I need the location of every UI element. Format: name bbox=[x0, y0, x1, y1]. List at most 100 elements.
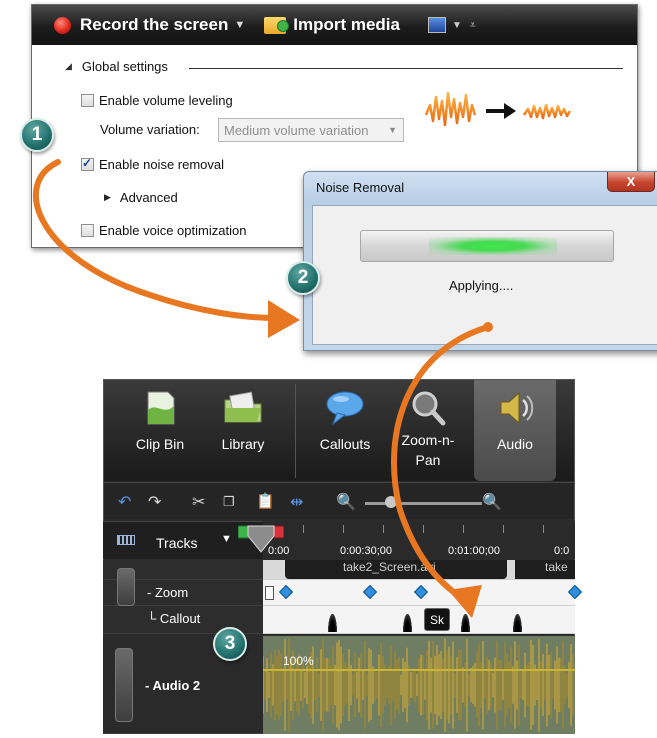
noise-removal-label: Enable noise removal bbox=[99, 157, 225, 172]
progress-bar bbox=[360, 230, 614, 262]
tab-label: Library bbox=[221, 436, 265, 452]
ruler-tick bbox=[383, 525, 384, 533]
lock-icon[interactable] bbox=[117, 568, 135, 606]
callout-marker[interactable] bbox=[461, 614, 470, 632]
redo-icon[interactable]: ↷ bbox=[148, 492, 161, 512]
split-icon[interactable]: ⇹ bbox=[290, 492, 303, 512]
callout-marker[interactable] bbox=[403, 614, 412, 632]
video-clip-label: take bbox=[545, 560, 568, 574]
callouts-icon bbox=[326, 391, 364, 426]
callout-track-label: └ Callout bbox=[147, 611, 201, 626]
close-button[interactable]: X bbox=[607, 172, 655, 192]
tab-label: Zoom-n- Pan bbox=[401, 432, 455, 468]
zoom-keyframe[interactable] bbox=[567, 584, 583, 600]
audio-label-text: Audio 2 bbox=[152, 678, 201, 693]
folder-import-icon bbox=[264, 16, 290, 34]
volume-level-line[interactable] bbox=[263, 669, 575, 671]
callout-marker[interactable] bbox=[328, 614, 337, 632]
zoom-start-marker[interactable] bbox=[265, 586, 274, 600]
zoom-slider-track[interactable] bbox=[365, 502, 482, 505]
voice-optimization-option[interactable]: Enable voice optimization bbox=[81, 223, 246, 238]
tab-label: Clip Bin bbox=[135, 436, 185, 452]
noise-removal-option[interactable]: Enable noise removal bbox=[81, 156, 225, 172]
zoom-track bbox=[263, 580, 583, 606]
audio-track-label: - Audio 2 bbox=[145, 678, 201, 693]
copy-icon[interactable]: ❐ bbox=[223, 494, 235, 510]
screen-icon bbox=[427, 17, 446, 33]
zoom-keyframe[interactable] bbox=[413, 584, 429, 600]
lock-icon[interactable] bbox=[115, 648, 133, 722]
cut-icon[interactable]: ✂ bbox=[192, 492, 205, 512]
import-label: Import media bbox=[293, 15, 400, 34]
callout-clip[interactable]: Sk bbox=[424, 608, 450, 631]
record-icon bbox=[54, 16, 71, 34]
step-1-badge: 1 bbox=[20, 118, 54, 152]
tab-zoom-n-pan[interactable]: Zoom-n- Pan bbox=[389, 380, 467, 481]
video-track: take2_Screen.avi take bbox=[263, 560, 575, 580]
zoom-out-icon[interactable]: 🔍 bbox=[336, 492, 356, 512]
ruler-tick bbox=[543, 525, 544, 533]
volume-variation-value: Medium volume variation bbox=[224, 122, 369, 138]
voice-optimization-label: Enable voice optimization bbox=[99, 223, 247, 238]
undo-icon[interactable]: ↶ bbox=[118, 492, 131, 512]
chevron-down-icon: ▼ bbox=[234, 19, 246, 31]
step-2-badge: 2 bbox=[286, 261, 320, 295]
zoom-slider-handle[interactable] bbox=[385, 496, 397, 508]
import-media-button[interactable]: Import media bbox=[245, 5, 400, 45]
progress-indicator bbox=[429, 237, 557, 255]
expand-triangle-icon: ▶ bbox=[104, 192, 111, 202]
volume-variation-select[interactable]: Medium volume variation ▼ bbox=[218, 118, 404, 142]
tracks-icon bbox=[117, 535, 135, 545]
task-tabs-bar: Clip Bin Library Callouts Zoom-n- Pan Au… bbox=[104, 380, 574, 481]
noise-removal-checkbox[interactable] bbox=[81, 156, 94, 171]
global-settings-header[interactable]: ◢ Global settings bbox=[65, 59, 168, 74]
audio-waveform bbox=[262, 638, 574, 732]
dialog-body: Applying.... bbox=[312, 205, 657, 345]
record-screen-button[interactable]: Record the screen ▼ bbox=[32, 5, 245, 45]
tab-label: Audio bbox=[497, 436, 533, 452]
top-toolbar: Record the screen ▼ Import media ▼ ⩡ bbox=[32, 5, 637, 45]
tab-clip-bin[interactable]: Clip Bin bbox=[124, 380, 196, 481]
video-clip[interactable]: take bbox=[515, 560, 575, 579]
screen-options-button[interactable]: ▼ ⩡ bbox=[400, 5, 476, 45]
timeline-ruler[interactable]: 0:00 0:00:30;00 0:01:00;00 0:0 bbox=[263, 521, 575, 559]
audio-clip[interactable] bbox=[262, 636, 575, 734]
overflow-icon[interactable]: ⩡ bbox=[470, 20, 476, 31]
record-label: Record the screen bbox=[80, 15, 229, 34]
chevron-down-icon: ▼ bbox=[451, 19, 462, 31]
ruler-tick bbox=[463, 525, 464, 533]
zoom-keyframe[interactable] bbox=[278, 584, 294, 600]
callout-marker[interactable] bbox=[513, 614, 522, 632]
tracks-label: Tracks bbox=[156, 535, 198, 551]
tab-separator bbox=[295, 384, 296, 478]
volume-leveling-checkbox[interactable] bbox=[81, 94, 94, 107]
arrow-right-icon bbox=[486, 103, 516, 119]
audio-icon bbox=[500, 391, 534, 425]
tab-audio[interactable]: Audio bbox=[474, 380, 556, 481]
chevron-down-icon: ▼ bbox=[388, 125, 397, 135]
voice-optimization-checkbox[interactable] bbox=[81, 224, 94, 237]
tab-library[interactable]: Library bbox=[208, 380, 278, 481]
paste-icon[interactable]: 📋 bbox=[256, 492, 275, 510]
zoom-in-icon[interactable]: 🔍 bbox=[482, 492, 502, 512]
video-clip[interactable]: take2_Screen.avi bbox=[285, 560, 507, 579]
zoom-keyframe[interactable] bbox=[362, 584, 378, 600]
callout-label-text: Callout bbox=[159, 611, 201, 626]
ruler-tick bbox=[503, 525, 504, 533]
volume-leveling-label: Enable volume leveling bbox=[99, 93, 233, 108]
playhead[interactable] bbox=[238, 524, 284, 554]
chevron-down-icon[interactable]: ▼ bbox=[221, 533, 232, 545]
close-icon: X bbox=[626, 174, 636, 189]
ruler-tick bbox=[303, 525, 304, 533]
noise-removal-dialog: Noise Removal X Applying.... bbox=[303, 171, 657, 351]
zoom-track-label: - Zoom bbox=[147, 585, 189, 600]
volume-leveling-illustration bbox=[424, 91, 572, 127]
clip-bin-icon bbox=[147, 391, 175, 425]
tab-callouts[interactable]: Callouts bbox=[309, 380, 381, 481]
tick-label: 0:00:30;00 bbox=[340, 545, 392, 557]
dialog-title: Noise Removal bbox=[316, 180, 405, 195]
volume-leveling-option[interactable]: Enable volume leveling bbox=[81, 93, 233, 108]
advanced-expander[interactable]: ▶ Advanced bbox=[104, 190, 178, 205]
ruler-tick bbox=[423, 525, 424, 533]
collapse-triangle-icon: ◢ bbox=[65, 61, 72, 71]
